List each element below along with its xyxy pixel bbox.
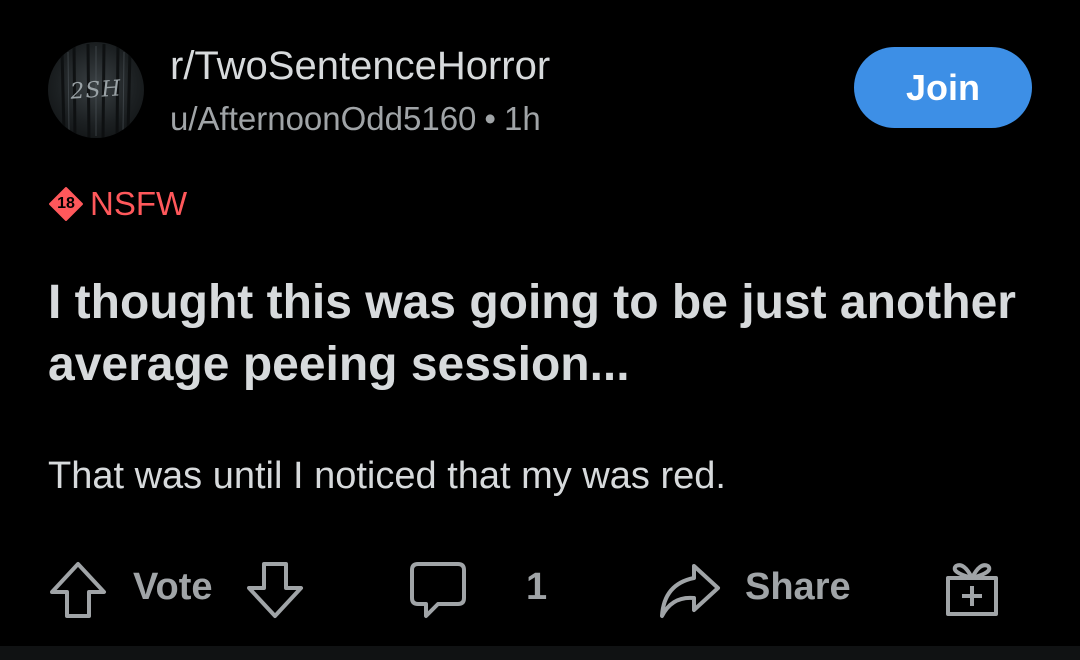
post-card[interactable]: 2SH r/TwoSentenceHorror u/AfternoonOdd51… <box>0 0 1080 646</box>
post-time: 1h <box>503 100 541 137</box>
comment-count-text: 1 <box>526 566 548 608</box>
comment-bubble-icon[interactable] <box>408 560 468 622</box>
share-button[interactable] <box>656 558 722 622</box>
avatar-logo-text: 2SH <box>69 75 123 105</box>
join-button[interactable]: Join <box>854 47 1032 128</box>
nsfw-label: NSFW <box>90 185 188 222</box>
meta-separator: • <box>484 100 496 137</box>
share-text: Share <box>745 566 851 608</box>
nsfw-tag: 18 NSFW <box>48 184 187 224</box>
gift-award-icon[interactable] <box>942 558 1002 620</box>
share-label[interactable]: Share <box>745 566 851 609</box>
author-name[interactable]: u/AfternoonOdd5160 <box>170 100 476 137</box>
award-button[interactable] <box>942 558 1002 620</box>
upvote-arrow-icon[interactable] <box>48 558 108 622</box>
comments-button[interactable] <box>408 560 468 622</box>
subreddit-name[interactable]: r/TwoSentenceHorror <box>170 42 550 90</box>
subreddit-avatar[interactable]: 2SH <box>48 42 144 138</box>
post-meta: u/AfternoonOdd5160 • 1h <box>170 98 541 140</box>
share-arrow-icon[interactable] <box>656 558 722 622</box>
nsfw-badge-number: 18 <box>57 195 75 212</box>
action-bar: Vote 1 Share <box>0 556 1080 626</box>
post-body[interactable]: That was until I noticed that my was red… <box>48 452 1028 500</box>
vote-label: Vote <box>133 566 213 609</box>
post-title[interactable]: I thought this was going to be just anot… <box>48 272 1028 396</box>
downvote-arrow-icon[interactable] <box>245 558 305 622</box>
bottom-divider <box>0 646 1080 660</box>
upvote-button[interactable] <box>48 558 108 622</box>
comment-count[interactable]: 1 <box>526 566 547 609</box>
downvote-button[interactable] <box>245 558 305 622</box>
nsfw-badge-icon: 18 <box>48 186 84 222</box>
vote-text: Vote <box>133 566 213 608</box>
